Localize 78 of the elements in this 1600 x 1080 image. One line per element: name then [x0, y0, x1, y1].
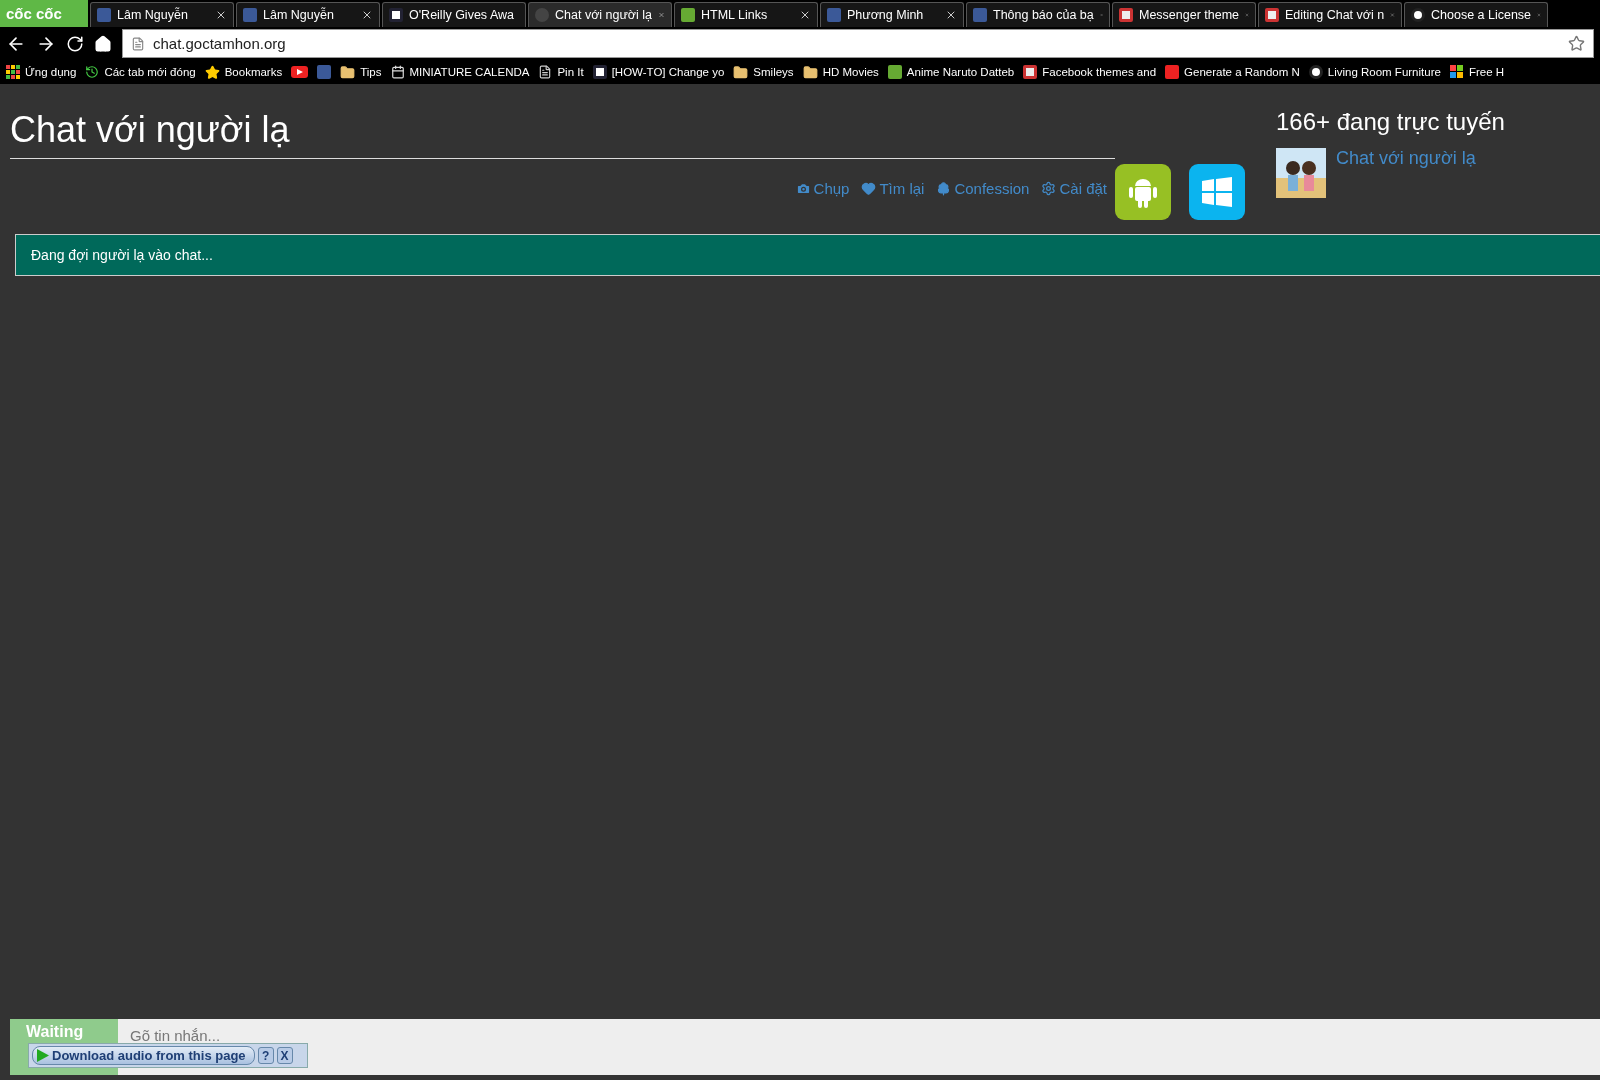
- app-button[interactable]: [1115, 164, 1171, 220]
- status-banner: Đang đợi người lạ vào chat...: [15, 234, 1600, 276]
- browser-tab[interactable]: Phương Minh: [820, 2, 964, 27]
- favicon-icon: [681, 8, 695, 22]
- bookmark-item[interactable]: Free H: [1449, 65, 1505, 79]
- browser-tab[interactable]: Chat với người lạ: [528, 2, 672, 27]
- video-play-icon[interactable]: [291, 66, 309, 78]
- browser-tab[interactable]: Choose a License: [1404, 2, 1548, 27]
- history-icon: [85, 65, 100, 79]
- page-title: Chat với người lạ: [10, 108, 290, 152]
- nav-link[interactable]: Cài đặt: [1041, 180, 1107, 197]
- favicon-icon: [1308, 65, 1323, 79]
- app-button[interactable]: [1189, 164, 1245, 220]
- favicon-icon: [973, 8, 987, 22]
- online-count: 166+ đang trực tuyến: [1276, 108, 1505, 136]
- favicon-icon: [389, 8, 403, 22]
- favicon-icon: [97, 8, 111, 22]
- settings-icon: [1041, 181, 1057, 196]
- favicon-icon: [1023, 65, 1038, 79]
- bookmark-item[interactable]: Bookmarks: [204, 64, 283, 80]
- nav-link[interactable]: Confession: [936, 180, 1030, 197]
- bookmark-item[interactable]: MINIATURE CALENDA: [390, 65, 530, 79]
- favicon-icon: [1119, 8, 1133, 22]
- close-icon[interactable]: [799, 9, 811, 21]
- nav-link[interactable]: Chụp: [795, 180, 850, 197]
- windows-icon: [1202, 177, 1232, 207]
- windows-logo-icon: [1449, 65, 1464, 79]
- close-icon[interactable]: [361, 9, 373, 21]
- browser-tab[interactable]: Editing Chat với n: [1258, 2, 1402, 27]
- star-icon: [204, 64, 220, 80]
- bookmark-item[interactable]: Living Room Furniture: [1308, 65, 1441, 79]
- favicon-icon: [1265, 8, 1279, 22]
- bookmark-item[interactable]: Generate a Random N: [1165, 65, 1300, 79]
- address-bar[interactable]: chat.goctamhon.org: [122, 29, 1594, 58]
- favicon-icon: [827, 8, 841, 22]
- bookmark-item[interactable]: Smileys: [733, 64, 794, 80]
- folder-icon: [802, 64, 818, 80]
- bookmark-item[interactable]: HD Movies: [802, 64, 879, 80]
- apps-grid-icon: [6, 65, 20, 79]
- favicon-icon: [592, 65, 607, 79]
- browser-tab[interactable]: Messenger theme: [1112, 2, 1256, 27]
- bookmark-item[interactable]: Ứng dụng: [6, 65, 77, 79]
- bookmark-item[interactable]: [HOW-TO] Change yo: [592, 65, 725, 79]
- bookmark-item[interactable]: Facebook themes and: [1023, 65, 1157, 79]
- browser-tab[interactable]: Thông báo của bạ: [966, 2, 1110, 27]
- favicon-icon: [243, 8, 257, 22]
- browser-tab[interactable]: HTML Links: [674, 2, 818, 27]
- chat-bubble-icon: [535, 8, 549, 22]
- reload-icon[interactable]: [66, 34, 84, 53]
- bookmark-item[interactable]: Tips: [340, 64, 382, 80]
- browser-tab[interactable]: O'Reilly Gives Awa: [382, 2, 526, 27]
- download-button[interactable]: Download audio from this page: [32, 1046, 255, 1065]
- favicon-icon: [1165, 65, 1180, 79]
- bookmark-item[interactable]: Anime Naruto Datteb: [887, 65, 1015, 79]
- bookmark-item[interactable]: Pin It: [538, 65, 584, 79]
- heart-icon: [861, 181, 877, 196]
- favicon-icon: [317, 65, 332, 79]
- calendar-icon: [390, 65, 405, 79]
- page-icon: [538, 65, 553, 79]
- page-icon: [131, 36, 145, 51]
- play-icon: [37, 1049, 49, 1062]
- close-icon[interactable]: [945, 9, 957, 21]
- folder-icon: [340, 64, 356, 80]
- nav-link[interactable]: Tìm lại: [861, 180, 925, 197]
- favicon-icon: [1411, 8, 1425, 22]
- browser-tab[interactable]: Lâm Nguyễn: [236, 2, 380, 27]
- help-button[interactable]: ?: [257, 1047, 274, 1064]
- close-icon[interactable]: [215, 9, 227, 21]
- bookmark-item[interactable]: Các tab mới đóng: [85, 65, 196, 79]
- close-button[interactable]: X: [276, 1047, 293, 1064]
- folder-icon: [733, 64, 749, 80]
- home-icon[interactable]: [94, 34, 112, 53]
- camera-icon: [795, 181, 811, 196]
- bookmark-star-icon[interactable]: [1568, 35, 1585, 52]
- favicon-icon: [887, 65, 902, 79]
- tree-icon: [936, 181, 952, 196]
- status-label: Waiting: [26, 1023, 84, 1040]
- browser-tab[interactable]: Lâm Nguyễn: [90, 2, 234, 27]
